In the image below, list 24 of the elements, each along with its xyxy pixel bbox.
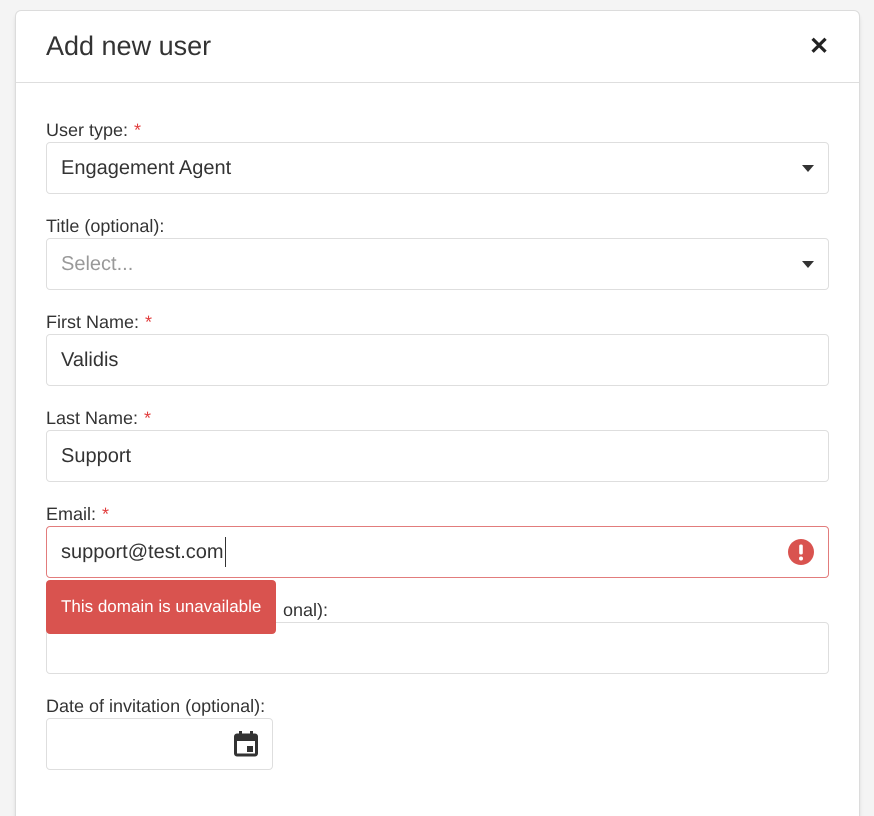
input-field[interactable]: support@test.com <box>46 526 829 578</box>
required-marker: * <box>145 311 152 334</box>
required-marker: * <box>102 503 110 526</box>
input-field[interactable] <box>46 622 829 674</box>
field-label: onal): <box>283 599 328 622</box>
error-icon <box>788 539 814 565</box>
field-label: Date of invitation (optional): <box>46 695 266 718</box>
input-field[interactable]: Validis <box>46 334 829 386</box>
caret-icon <box>802 164 814 172</box>
date-field[interactable] <box>46 718 273 770</box>
field-label: First Name: <box>46 311 140 334</box>
field-label: Title (optional): <box>46 215 164 238</box>
caret-icon <box>802 260 814 268</box>
error-tooltip: This domain is unavailable <box>46 580 276 634</box>
close-button[interactable]: ✕ <box>809 34 829 58</box>
input-field[interactable]: Support <box>46 430 829 482</box>
field-label: User type: <box>46 119 128 142</box>
calendar-icon <box>234 731 258 757</box>
required-marker: * <box>134 119 142 142</box>
dialog-title: Add new user <box>46 30 212 64</box>
required-marker: * <box>144 407 152 430</box>
field-label: Email: <box>46 503 96 526</box>
select-field[interactable]: Engagement Agent <box>46 142 829 194</box>
field-label: Last Name: <box>46 407 138 430</box>
